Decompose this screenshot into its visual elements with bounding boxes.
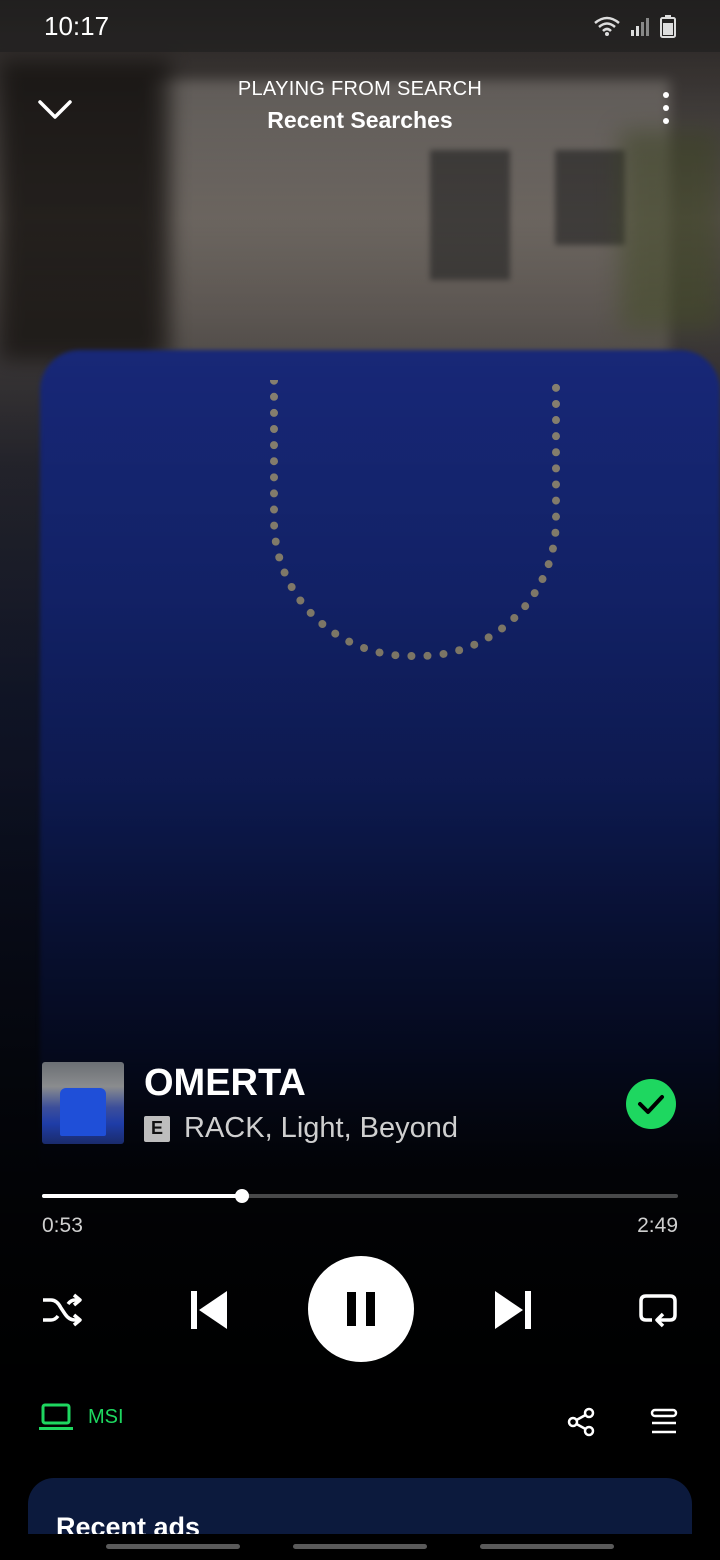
- pause-button[interactable]: [308, 1256, 414, 1362]
- chevron-down-icon: [38, 100, 72, 119]
- track-artists[interactable]: RACK, Light, Beyond: [184, 1112, 458, 1145]
- status-icons: [592, 14, 676, 38]
- queue-button[interactable]: [646, 1402, 682, 1442]
- system-navigation-bar: [0, 1534, 720, 1560]
- skip-previous-icon: [191, 1291, 227, 1329]
- player-header: PLAYING FROM SEARCH Recent Searches: [0, 70, 720, 150]
- album-cover-thumbnail[interactable]: [42, 1062, 124, 1144]
- elapsed-time: 0:53: [42, 1214, 83, 1237]
- share-icon: [567, 1407, 595, 1437]
- nav-home-handle[interactable]: [293, 1544, 427, 1549]
- status-time: 10:17: [44, 10, 110, 41]
- shuffle-button[interactable]: [38, 1288, 86, 1332]
- total-time: 2:49: [637, 1214, 678, 1237]
- nav-back-handle[interactable]: [480, 1544, 614, 1549]
- battery-icon: [660, 15, 676, 38]
- shuffle-icon: [43, 1293, 82, 1327]
- laptop-icon: [39, 1403, 73, 1430]
- checkmark-icon: [638, 1095, 664, 1114]
- playback-progress-bar[interactable]: [42, 1189, 678, 1203]
- progress-handle[interactable]: [234, 1189, 249, 1203]
- wifi-icon: [594, 16, 620, 36]
- playing-context: PLAYING FROM SEARCH Recent Searches: [140, 78, 580, 134]
- share-button[interactable]: [562, 1402, 600, 1442]
- connect-device-button[interactable]: MSI: [38, 1402, 124, 1432]
- previous-track-button[interactable]: [184, 1284, 234, 1336]
- liked-button[interactable]: [626, 1079, 676, 1129]
- repeat-button[interactable]: [634, 1288, 682, 1332]
- device-name: MSI: [88, 1405, 124, 1428]
- more-vertical-icon: [663, 92, 669, 124]
- track-artists-row: E RACK, Light, Beyond: [144, 1112, 458, 1145]
- collapse-button[interactable]: [34, 90, 76, 130]
- explicit-badge: E: [144, 1115, 170, 1142]
- queue-icon: [650, 1408, 678, 1434]
- skip-next-icon: [495, 1291, 531, 1329]
- nav-recents-handle[interactable]: [106, 1544, 240, 1549]
- pause-icon: [347, 1292, 375, 1326]
- player-footer: MSI: [0, 1396, 720, 1448]
- progress-fill: [42, 1194, 242, 1198]
- signal-icon: [631, 18, 649, 36]
- playing-from-title: Recent Searches: [267, 107, 453, 133]
- status-bar: 10:17: [0, 0, 720, 52]
- playback-controls: [0, 1256, 720, 1364]
- playing-from-label: PLAYING FROM SEARCH: [237, 78, 483, 100]
- now-playing-screen: 10:17 PLAYING FROM SEARCH Recent Searche…: [0, 0, 720, 1560]
- track-title[interactable]: OMERTA: [144, 1062, 306, 1105]
- more-options-button[interactable]: [648, 88, 684, 128]
- track-info: OMERTA E RACK, Light, Beyond: [42, 1062, 682, 1146]
- next-track-button[interactable]: [488, 1284, 538, 1336]
- repeat-icon: [639, 1294, 677, 1328]
